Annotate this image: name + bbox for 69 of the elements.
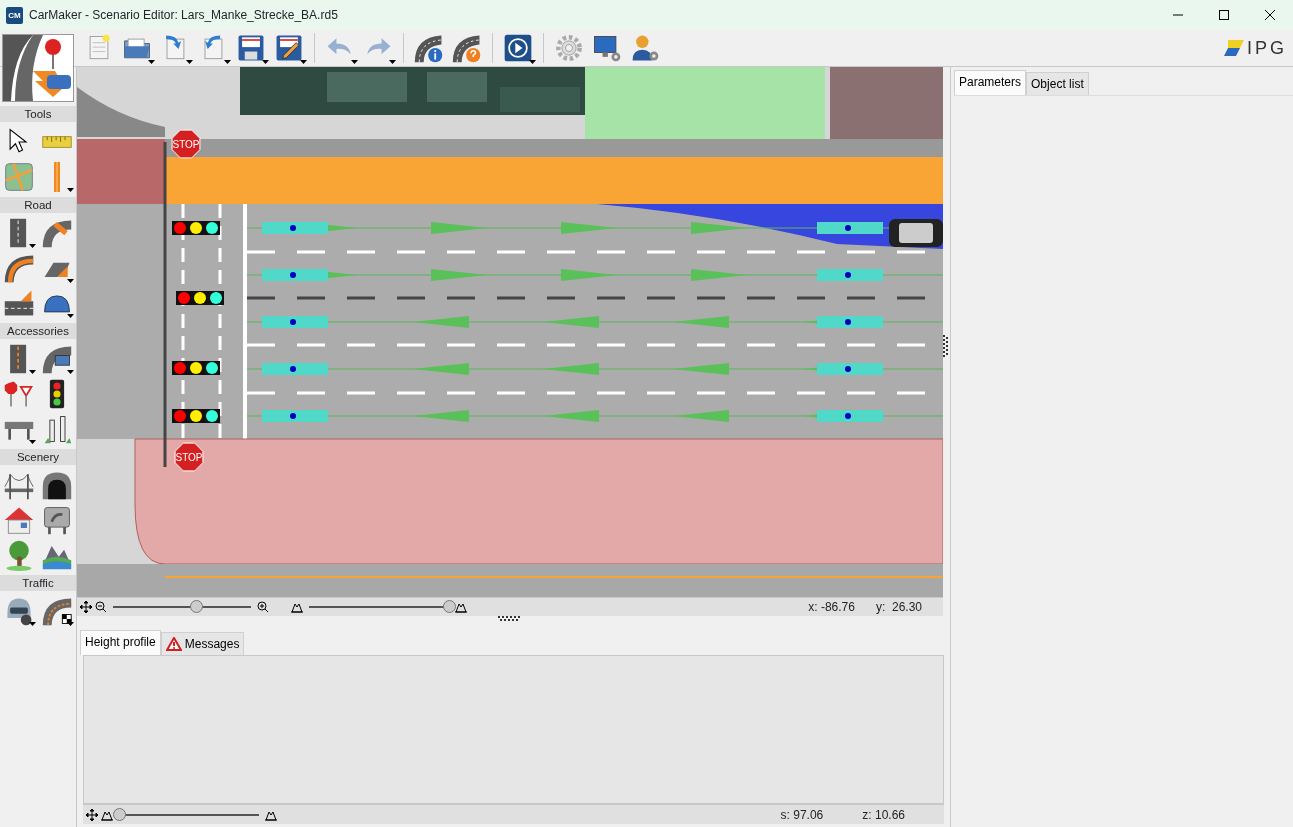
zoom-in-icon[interactable]: [257, 601, 269, 613]
dropdown-caret-icon: [529, 60, 536, 64]
pan-icon[interactable]: [86, 808, 98, 821]
palette-section-title: Accessories: [0, 323, 76, 339]
dropdown-caret-icon: [300, 60, 307, 64]
traffic-light[interactable]: [172, 361, 220, 375]
play-icon: [502, 32, 534, 64]
dropdown-caret-icon: [67, 188, 74, 192]
warning-icon: [165, 637, 182, 651]
y-coordinate: y: 26.30: [875, 599, 922, 616]
map-icon: [3, 160, 35, 193]
high-height-icon[interactable]: [455, 601, 467, 613]
splitter-grip-icon[interactable]: [943, 334, 948, 360]
palette-section-title: Tools: [0, 106, 76, 122]
zoom-out-icon[interactable]: [95, 601, 107, 613]
dropdown-caret-icon: [67, 279, 74, 283]
pan-icon[interactable]: [80, 601, 92, 613]
lane-marker: [262, 410, 328, 422]
traffic-light[interactable]: [172, 409, 220, 423]
logo-text: IPG: [1247, 36, 1287, 60]
logo-icon: [1224, 40, 1244, 56]
dropdown-caret-icon: [389, 60, 396, 64]
close-icon: [1264, 9, 1276, 21]
gear-icon: [553, 32, 585, 64]
dropdown-caret-icon: [29, 440, 36, 444]
window-title: CarMaker - Scenario Editor: Lars_Manke_Strecke_BA.rd5: [29, 7, 339, 24]
panel-tab[interactable]: Object list: [1026, 72, 1089, 95]
panel-tab[interactable]: Parameters: [954, 70, 1027, 95]
dropdown-caret-icon: [29, 370, 36, 374]
panel-tab[interactable]: Messages: [160, 632, 245, 655]
dropdown-caret-icon: [67, 370, 74, 374]
app-logo-icon: CM: [6, 6, 23, 24]
splitter-grip-icon[interactable]: [497, 616, 523, 622]
lane-marker: [817, 316, 883, 328]
x-coordinate: x: -86.76: [808, 599, 855, 616]
slider-handle[interactable]: [113, 807, 126, 821]
post-icon: [54, 161, 60, 192]
dropdown-caret-icon: [148, 60, 155, 64]
lane-marker: [262, 222, 328, 234]
traffic-light[interactable]: [176, 291, 224, 305]
lane-marker: [817, 363, 883, 375]
dropdown-caret-icon: [186, 60, 193, 64]
car[interactable]: [889, 219, 943, 247]
scenario-editor-icon: [3, 35, 73, 101]
palette-section-title: Traffic: [0, 575, 76, 591]
low-height-icon[interactable]: [291, 601, 303, 613]
panel-tab[interactable]: Height profile: [80, 630, 161, 655]
maximize-icon: [1218, 9, 1230, 21]
traffic-light[interactable]: [172, 221, 220, 235]
dropdown-caret-icon: [29, 622, 36, 626]
lane-marker: [262, 316, 328, 328]
dropdown-caret-icon: [67, 622, 74, 626]
palette-section-title: Road: [0, 197, 76, 213]
lane-marker: [817, 222, 883, 234]
lane-marker: [262, 363, 328, 375]
dropdown-caret-icon: [262, 60, 269, 64]
lane-marker: [817, 410, 883, 422]
s-coordinate: s: 97.06: [780, 806, 824, 824]
lane-marker: [817, 269, 883, 281]
slider-handle[interactable]: [189, 600, 203, 613]
dropdown-caret-icon: [224, 60, 231, 64]
slider-handle[interactable]: [443, 600, 456, 613]
palette-section-title: Scenery: [0, 449, 76, 465]
dropdown-caret-icon: [351, 60, 358, 64]
scenario-editor-button[interactable]: [2, 34, 74, 102]
dropdown-caret-icon: [67, 314, 74, 318]
dropdown-caret-icon: [29, 244, 36, 248]
z-coordinate: z: 10.66: [862, 806, 905, 824]
lane-marker: [262, 269, 328, 281]
